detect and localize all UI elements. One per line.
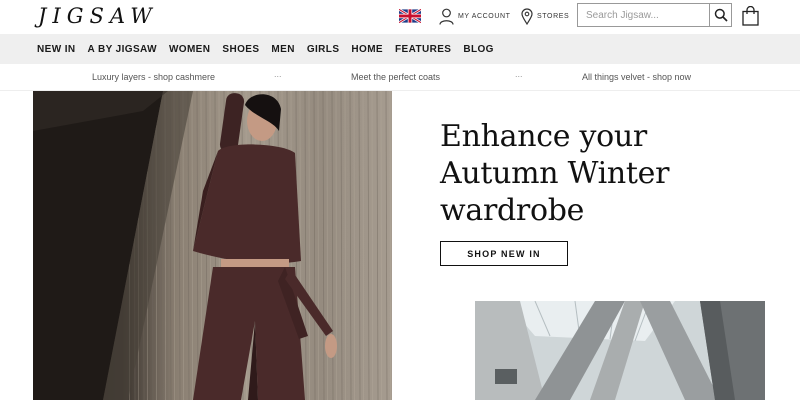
search-input[interactable]: [578, 4, 709, 26]
search-box: [577, 3, 732, 27]
hero-image[interactable]: [33, 91, 392, 400]
nav-item-blog[interactable]: BLOG: [463, 44, 494, 55]
search-button[interactable]: [709, 4, 731, 26]
shop-new-in-button[interactable]: SHOP NEW IN: [440, 241, 568, 266]
nav-item-features[interactable]: FEATURES: [395, 44, 451, 55]
user-icon: [439, 8, 454, 25]
nav-item-new-in[interactable]: NEW IN: [37, 44, 76, 55]
stores-label: STORES: [537, 13, 570, 20]
jigsaw-logo[interactable]: JIGSAW: [38, 4, 158, 28]
nav-item-girls[interactable]: GIRLS: [307, 44, 340, 55]
nav-item-shoes[interactable]: SHOES: [222, 44, 259, 55]
promo-strip: Luxury layers - shop cashmere ... Meet t…: [0, 64, 800, 91]
hero-headline-line-3: wardrobe: [440, 193, 585, 228]
hero-headline: Enhance your Autumn Winter wardrobe: [440, 118, 770, 229]
hero-headline-line-2: Autumn Winter: [440, 156, 670, 191]
search-icon: [714, 8, 728, 22]
promo-link-coats[interactable]: Meet the perfect coats: [351, 72, 440, 82]
secondary-image[interactable]: [475, 301, 765, 400]
shopping-bag-icon[interactable]: [742, 6, 759, 26]
uk-flag-icon[interactable]: [399, 9, 421, 23]
promo-link-cashmere[interactable]: Luxury layers - shop cashmere: [92, 72, 215, 82]
hero-photo-illustration: [33, 91, 392, 400]
architecture-photo-illustration: [475, 301, 765, 400]
site-header: JIGSAW MY ACCOUNT STORES: [0, 0, 800, 34]
promo-link-velvet[interactable]: All things velvet - shop now: [582, 72, 691, 82]
stores-link[interactable]: STORES: [521, 8, 569, 25]
my-account-link[interactable]: MY ACCOUNT: [439, 8, 511, 25]
nav-item-a-by-jigsaw[interactable]: A BY JIGSAW: [88, 44, 157, 55]
location-pin-icon: [521, 8, 533, 25]
main-nav: NEW IN A BY JIGSAW WOMEN SHOES MEN GIRLS…: [0, 34, 800, 64]
my-account-label: MY ACCOUNT: [458, 13, 511, 20]
hero-headline-line-1: Enhance your: [440, 119, 647, 154]
nav-item-men[interactable]: MEN: [271, 44, 294, 55]
nav-item-women[interactable]: WOMEN: [169, 44, 210, 55]
nav-item-home[interactable]: HOME: [351, 44, 383, 55]
promo-separator: ...: [274, 69, 282, 79]
promo-separator: ...: [515, 69, 523, 79]
